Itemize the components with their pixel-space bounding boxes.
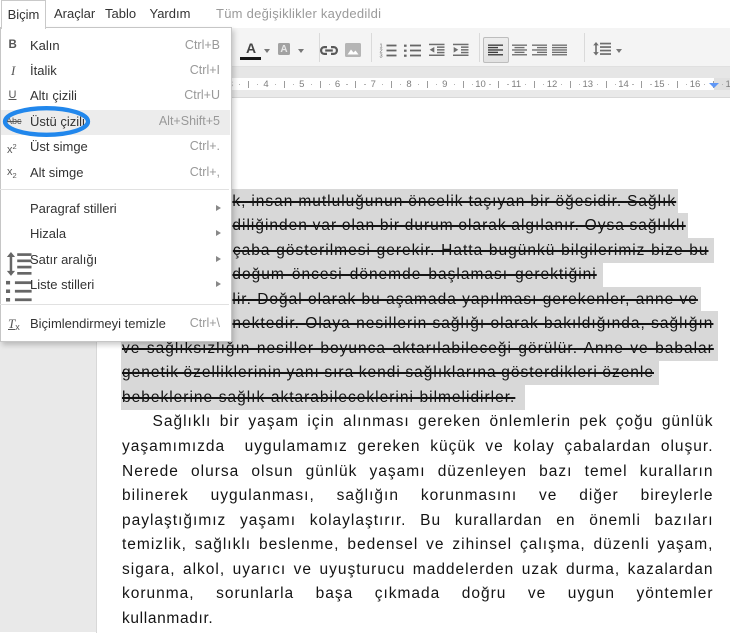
svg-text:3: 3: [379, 53, 382, 57]
